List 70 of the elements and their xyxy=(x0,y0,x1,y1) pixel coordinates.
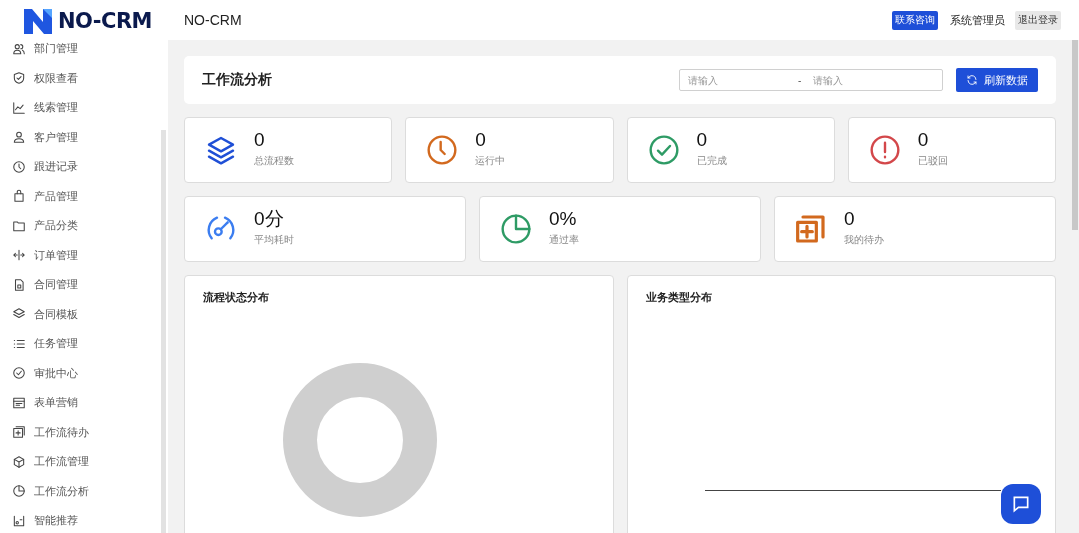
form-icon xyxy=(12,395,26,410)
chart-title: 业务类型分布 xyxy=(645,290,712,305)
stat-value: 0 xyxy=(844,207,856,230)
stat-value: 0 xyxy=(254,128,266,151)
sidebar-item[interactable]: 权限查看 xyxy=(0,63,168,93)
sidebar-item[interactable]: 表单营销 xyxy=(0,388,168,418)
sidebar-item[interactable]: 工作流待办 xyxy=(0,417,168,447)
stat-label: 平均耗时 xyxy=(254,232,294,247)
sidebar-item[interactable]: 产品分类 xyxy=(0,211,168,241)
sidebar-item[interactable]: 产品管理 xyxy=(0,181,168,211)
pie-chart-icon xyxy=(12,484,26,499)
add-box-icon xyxy=(795,213,827,245)
scrollbar[interactable] xyxy=(1072,40,1078,230)
layers-icon xyxy=(205,134,237,166)
sidebar-item[interactable]: 审批中心 xyxy=(0,358,168,388)
stat-label: 我的待办 xyxy=(844,232,884,247)
check-circle-icon xyxy=(647,134,680,166)
stat-value: 0 xyxy=(696,128,709,151)
sidebar-item[interactable]: 跟进记录 xyxy=(0,152,168,182)
range-separator: - xyxy=(798,74,802,86)
split-arrows-icon xyxy=(12,248,26,263)
end-input-field[interactable]: 请输入 xyxy=(813,74,924,86)
bag-icon xyxy=(12,189,26,204)
chart-title: 流程状态分布 xyxy=(203,290,269,305)
pie-chart-icon xyxy=(500,213,532,245)
sidebar-item[interactable]: 智能推荐 xyxy=(0,506,168,533)
sidebar-item[interactable]: 合同模板 xyxy=(0,299,168,329)
user-icon xyxy=(12,130,26,145)
stat-label: 总流程数 xyxy=(254,153,294,168)
date-range-picker[interactable]: 请输入 - 请输入 xyxy=(679,69,943,91)
refresh-button[interactable]: 刷新数据 xyxy=(956,68,1038,92)
sidebar-item[interactable]: 工作流分析 xyxy=(0,476,168,506)
sidebar-item[interactable]: 客户管理 xyxy=(0,122,168,152)
sidebar-item[interactable]: 部门管理 xyxy=(0,34,168,64)
logout-button[interactable]: 退出登录 xyxy=(1015,10,1061,30)
stat-label: 运行中 xyxy=(475,153,506,168)
user-name: 系统管理员 xyxy=(950,12,1005,28)
check-circle-icon xyxy=(12,366,26,381)
shield-icon xyxy=(12,71,26,86)
stat-value: 0 xyxy=(917,128,930,151)
sidebar-item[interactable]: 工作流管理 xyxy=(0,447,168,477)
stat-value: 0 xyxy=(475,128,487,151)
logo-text: NO-CRM xyxy=(58,8,152,33)
add-box-icon xyxy=(12,425,26,440)
cube-icon xyxy=(12,454,26,469)
app-title: NO-CRM xyxy=(184,12,243,28)
contact-button[interactable]: 联系咨询 xyxy=(892,10,938,30)
alert-circle-icon xyxy=(868,134,901,166)
stat-label: 通过率 xyxy=(549,232,579,247)
sidebar-item[interactable]: 线索管理 xyxy=(0,93,168,123)
folder-icon xyxy=(12,218,26,233)
chat-icon xyxy=(1011,494,1031,514)
stat-label: 已完成 xyxy=(696,153,727,168)
scrollbar[interactable] xyxy=(161,130,166,533)
stat-value: 0% xyxy=(549,207,578,230)
sidebar-item[interactable]: 订单管理 xyxy=(0,240,168,270)
users-icon xyxy=(12,41,26,56)
chat-button[interactable] xyxy=(1001,484,1041,524)
stat-label: 已驳回 xyxy=(917,153,948,168)
sidebar-item[interactable]: 任务管理 xyxy=(0,329,168,359)
clock-icon xyxy=(426,134,459,166)
start-input-field[interactable]: 请输入 xyxy=(688,74,798,86)
logo-icon xyxy=(24,7,54,34)
clock-icon xyxy=(12,159,26,174)
stat-value: 0分 xyxy=(254,207,285,230)
document-icon xyxy=(12,277,26,292)
sidebar-item[interactable]: 合同管理 xyxy=(0,270,168,300)
line-chart-icon xyxy=(12,100,26,115)
refresh-icon xyxy=(966,74,978,86)
page-title: 工作流分析 xyxy=(202,71,273,89)
